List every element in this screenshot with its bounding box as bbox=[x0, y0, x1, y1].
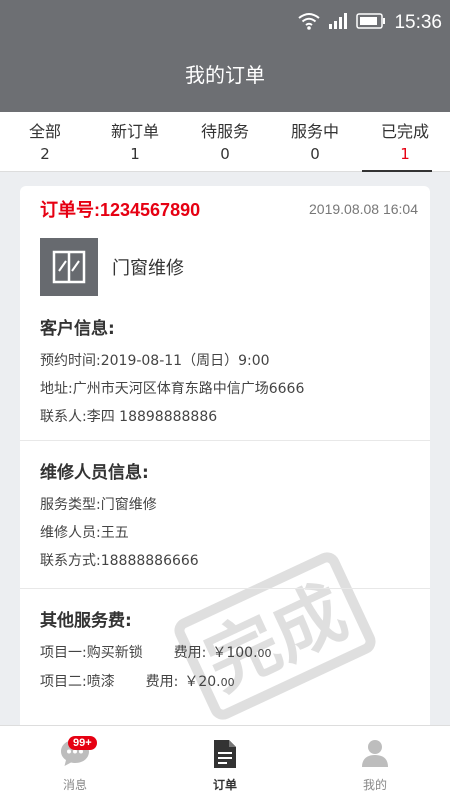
customer-contact: 联系人:李四 18898888886 bbox=[40, 409, 218, 425]
fee-label: 费用: bbox=[145, 674, 179, 690]
tab-count: 2 bbox=[40, 145, 50, 163]
fee-decimals: 00 bbox=[257, 647, 272, 660]
order-number: 订单号:1234567890 bbox=[40, 200, 201, 220]
tab-label: 已完成 bbox=[380, 122, 429, 141]
tab-in-service[interactable]: 服务中 0 bbox=[270, 112, 360, 171]
tabbar-mine[interactable]: 我的 bbox=[300, 726, 450, 800]
tabbar-messages[interactable]: 99+ 消息 bbox=[0, 726, 150, 800]
divider bbox=[20, 440, 430, 441]
section-title: 维修人员信息: bbox=[40, 463, 149, 483]
worker-name: 维修人员:王五 bbox=[40, 525, 129, 541]
wifi-icon bbox=[298, 12, 321, 34]
other-fees-section: 其他服务费: 项目一:购买新锁 费用: ￥100.00 项目二:喷漆 费用: ￥20… bbox=[20, 606, 430, 697]
tabbar-label: 我的 bbox=[362, 778, 387, 792]
worker-info-section: 维修人员信息: 服务类型:门窗维修 维修人员:王五 联系方式:188888866… bbox=[20, 458, 430, 575]
customer-info-section: 客户信息: 预约时间:2019-08-11（周日）9:00 地址:广州市天河区体… bbox=[20, 314, 430, 431]
service-name: 门窗维修 bbox=[112, 258, 184, 279]
section-title: 其他服务费: bbox=[40, 611, 132, 631]
tab-new[interactable]: 新订单 1 bbox=[90, 112, 180, 171]
divider bbox=[20, 588, 430, 589]
fee-item: 项目一:购买新锁 费用: ￥100.00 bbox=[40, 639, 430, 668]
fee-amount: ￥20. bbox=[184, 674, 221, 690]
order-status-tabs: 全部 2 新订单 1 待服务 0 服务中 0 已完成 1 bbox=[0, 112, 450, 172]
service-type: 服务类型:门窗维修 bbox=[40, 497, 157, 513]
order-header: 订单号:1234567890 2019.08.08 16:04 bbox=[40, 196, 418, 222]
user-icon bbox=[360, 738, 390, 772]
worker-phone: 联系方式:18888886666 bbox=[40, 553, 199, 569]
section-title: 客户信息: bbox=[40, 319, 115, 339]
status-time: 15:36 bbox=[394, 12, 442, 33]
fee-item-name: 项目二:喷漆 bbox=[40, 674, 115, 690]
tab-count: 1 bbox=[400, 145, 410, 163]
status-icons: 15:36 bbox=[298, 12, 442, 34]
order-card[interactable]: 订单号:1234567890 2019.08.08 16:04 门窗维修 完成 … bbox=[20, 186, 430, 746]
tabbar-label: 消息 bbox=[62, 778, 87, 792]
tabbar-label: 订单 bbox=[212, 778, 237, 792]
tab-pending[interactable]: 待服务 0 bbox=[180, 112, 270, 171]
fee-label: 费用: bbox=[173, 645, 207, 661]
document-icon bbox=[212, 738, 238, 774]
battery-icon bbox=[356, 13, 386, 33]
tab-count: 0 bbox=[310, 145, 320, 163]
tab-completed[interactable]: 已完成 1 bbox=[360, 112, 450, 172]
signal-icon bbox=[328, 12, 348, 34]
tab-count: 1 bbox=[130, 145, 140, 163]
status-bar: 15:36 bbox=[0, 0, 450, 50]
tab-label: 待服务 bbox=[200, 122, 249, 141]
window-icon bbox=[40, 238, 98, 296]
tab-label: 新订单 bbox=[110, 122, 159, 141]
page-title: 我的订单 bbox=[185, 63, 265, 87]
unread-badge: 99+ bbox=[68, 736, 97, 750]
bottom-tabbar: 99+ 消息 订单 我的 bbox=[0, 725, 450, 800]
fee-item-name: 项目一:购买新锁 bbox=[40, 645, 143, 661]
customer-address: 地址:广州市天河区体育东路中信广场6666 bbox=[40, 381, 305, 397]
tab-label: 服务中 bbox=[290, 122, 339, 141]
tab-count: 0 bbox=[220, 145, 230, 163]
order-datetime: 2019.08.08 16:04 bbox=[309, 201, 418, 217]
fee-decimals: 00 bbox=[220, 676, 235, 689]
appointment-time: 预约时间:2019-08-11（周日）9:00 bbox=[40, 353, 270, 369]
fee-item: 项目二:喷漆 费用: ￥20.00 bbox=[40, 668, 430, 697]
fee-amount: ￥100. bbox=[212, 645, 258, 661]
tabbar-orders[interactable]: 订单 bbox=[150, 726, 300, 800]
tab-all[interactable]: 全部 2 bbox=[0, 112, 90, 171]
header: 我的订单 bbox=[0, 50, 450, 112]
service-row: 门窗维修 bbox=[40, 238, 184, 296]
tab-label: 全部 bbox=[28, 122, 61, 141]
